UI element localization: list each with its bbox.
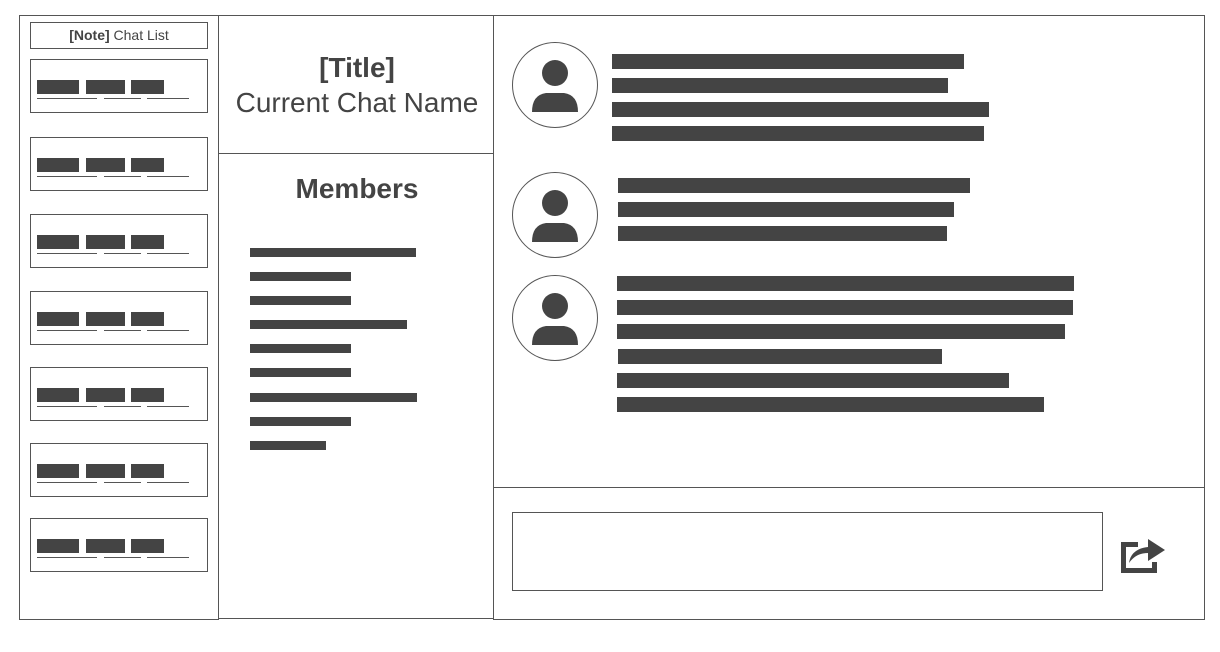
chat-item-placeholder-text <box>86 80 125 94</box>
chat-item-underline <box>147 98 189 99</box>
chat-item-placeholder-text <box>37 539 79 553</box>
chat-item-underline <box>147 557 189 558</box>
message-placeholder-line <box>618 202 954 217</box>
chat-item-underline <box>37 98 97 99</box>
chat-item-placeholder-text <box>37 388 79 402</box>
chat-item-placeholder-text <box>131 80 164 94</box>
chat-item-placeholder-text <box>37 80 79 94</box>
message-placeholder-line <box>618 226 947 241</box>
message-input[interactable] <box>512 512 1103 591</box>
member-placeholder[interactable] <box>250 441 326 450</box>
message-placeholder-line <box>617 373 1009 388</box>
member-placeholder[interactable] <box>250 296 351 305</box>
user-avatar-icon <box>512 275 598 361</box>
chat-item-placeholder-text <box>86 158 125 172</box>
chat-item-placeholder-text <box>131 464 164 478</box>
chat-list-item[interactable] <box>30 137 208 191</box>
chat-list-item[interactable] <box>30 214 208 268</box>
member-placeholder[interactable] <box>250 368 351 377</box>
message-placeholder-line <box>618 178 970 193</box>
messages-panel <box>493 15 1205 488</box>
chat-list-note: [Note] Chat List <box>30 22 208 49</box>
member-placeholder[interactable] <box>250 344 351 353</box>
message-composer <box>493 487 1205 620</box>
message-placeholder-line <box>612 126 984 141</box>
chat-item-underline <box>147 482 189 483</box>
chat-item-placeholder-text <box>37 464 79 478</box>
chat-list-item[interactable] <box>30 367 208 421</box>
chat-item-underline <box>104 253 141 254</box>
message-placeholder-line <box>617 300 1073 315</box>
current-chat-name: Current Chat Name <box>235 87 479 118</box>
chat-item-underline <box>104 176 141 177</box>
chat-item-placeholder-text <box>131 312 164 326</box>
chat-title-panel: [Title] Current Chat Name <box>218 15 494 154</box>
message-placeholder-line <box>612 78 948 93</box>
message-placeholder-line <box>617 324 1065 339</box>
chat-list-item[interactable] <box>30 291 208 345</box>
message-placeholder-line <box>618 349 942 364</box>
chat-item-underline <box>147 330 189 331</box>
member-placeholder[interactable] <box>250 248 416 257</box>
chat-item-placeholder-text <box>37 235 79 249</box>
member-placeholder[interactable] <box>250 417 351 426</box>
chat-item-placeholder-text <box>131 235 164 249</box>
message-placeholder-line <box>612 54 964 69</box>
message-placeholder-line <box>612 102 989 117</box>
chat-list-label: Chat List <box>113 27 169 43</box>
chat-item-underline <box>147 176 189 177</box>
user-avatar-icon <box>512 42 598 128</box>
chat-item-placeholder-text <box>37 158 79 172</box>
chat-item-underline <box>37 557 97 558</box>
user-avatar-icon <box>512 172 598 258</box>
chat-item-underline <box>37 482 97 483</box>
chat-item-underline <box>104 98 141 99</box>
chat-item-placeholder-text <box>86 539 125 553</box>
share-send-icon <box>1121 539 1165 573</box>
chat-item-placeholder-text <box>131 539 164 553</box>
chat-item-underline <box>37 176 97 177</box>
chat-list-item[interactable] <box>30 518 208 572</box>
chat-item-placeholder-text <box>131 158 164 172</box>
message-placeholder-line <box>617 397 1044 412</box>
chat-item-underline <box>104 482 141 483</box>
members-heading: Members <box>295 173 419 204</box>
message-placeholder-line <box>617 276 1074 291</box>
chat-item-placeholder-text <box>86 464 125 478</box>
chat-item-underline <box>147 406 189 407</box>
chat-item-placeholder-text <box>86 235 125 249</box>
members-panel: Members <box>218 153 494 619</box>
chat-item-placeholder-text <box>37 312 79 326</box>
chat-item-underline <box>37 253 97 254</box>
chat-item-underline <box>37 406 97 407</box>
member-placeholder[interactable] <box>250 320 407 329</box>
chat-item-underline <box>104 330 141 331</box>
chat-item-underline <box>37 330 97 331</box>
chat-item-underline <box>104 406 141 407</box>
member-placeholder[interactable] <box>250 272 351 281</box>
chat-item-underline <box>104 557 141 558</box>
chat-item-placeholder-text <box>86 312 125 326</box>
send-button[interactable] <box>1116 530 1170 578</box>
chat-list-sidebar: [Note] Chat List <box>19 15 219 620</box>
title-label: [Title] <box>319 52 395 83</box>
chat-list-item[interactable] <box>30 59 208 113</box>
chat-item-underline <box>147 253 189 254</box>
chat-item-placeholder-text <box>86 388 125 402</box>
chat-item-placeholder-text <box>131 388 164 402</box>
member-placeholder[interactable] <box>250 393 417 402</box>
chat-list-item[interactable] <box>30 443 208 497</box>
note-tag: [Note] <box>69 27 110 43</box>
